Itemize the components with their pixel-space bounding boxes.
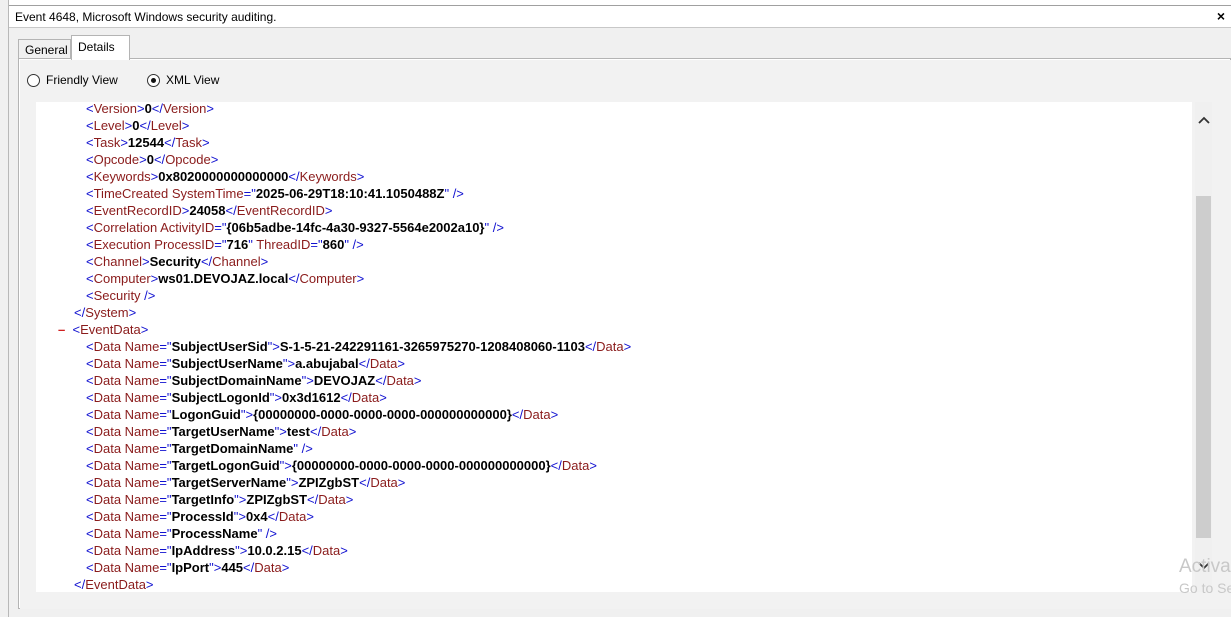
xml-data-line: <Data Name="TargetUserName">test</Data>	[86, 424, 357, 439]
title-bar: Event 4648, Microsoft Windows security a…	[9, 6, 1231, 28]
data-attr-name: TargetLogonGuid	[171, 458, 280, 473]
xml-view-option[interactable]: XML View	[147, 72, 219, 88]
window-title: Event 4648, Microsoft Windows security a…	[15, 10, 277, 24]
collapse-toggle[interactable]: –	[58, 322, 65, 337]
xml-line-keywords: <Keywords>0x8020000000000000</Keywords>	[86, 169, 365, 184]
event-properties-window: Event 4648, Microsoft Windows security a…	[9, 5, 1231, 617]
close-icon[interactable]: ×	[1217, 8, 1225, 24]
details-panel-inner: Friendly View XML View <Version>0</Versi…	[20, 60, 1231, 609]
xml-view-label: XML View	[166, 73, 220, 87]
xml-view-radio[interactable]	[147, 73, 160, 87]
friendly-view-radio[interactable]	[27, 73, 40, 87]
data-value: {00000000-0000-0000-0000-000000000000}	[253, 407, 512, 422]
xml-line-security: <Security />	[86, 288, 156, 303]
xml-line-timecreated: <TimeCreated SystemTime="2025-06-29T18:1…	[86, 186, 464, 201]
xml-line-eventdata-open: – <EventData>	[58, 322, 149, 337]
xml-line-correlation: <Correlation ActivityID="{06b5adbe-14fc-…	[86, 220, 504, 235]
xml-line-execution: <Execution ProcessID="716" ThreadID="860…	[86, 237, 364, 252]
xml-data-line: <Data Name="TargetInfo">ZPIZgbST</Data>	[86, 492, 354, 507]
xml-line-eventdata-close: </EventData>	[74, 577, 154, 592]
data-attr-name: TargetServerName	[171, 475, 287, 490]
xml-data-line: <Data Name="IpAddress">10.0.2.15</Data>	[86, 543, 348, 558]
xml-data-line: <Data Name="SubjectUserName">a.abujabal<…	[86, 356, 405, 371]
vertical-scrollbar[interactable]	[1195, 102, 1212, 592]
xml-line-computer: <Computer>ws01.DEVOJAZ.local</Computer>	[86, 271, 365, 286]
data-attr-name: ProcessId	[171, 509, 234, 524]
scroll-thumb[interactable]	[1196, 196, 1211, 538]
xml-data-line: <Data Name="TargetServerName">ZPIZgbST</…	[86, 475, 406, 490]
xml-line-level: <Level>0</Level>	[86, 118, 190, 133]
left-window-edge	[0, 0, 9, 617]
data-attr-name: TargetUserName	[171, 424, 275, 439]
data-attr-name: SubjectUserName	[171, 356, 283, 371]
friendly-view-label: Friendly View	[46, 73, 118, 87]
data-value: DEVOJAZ	[313, 373, 376, 388]
data-attr-name: TargetInfo	[171, 492, 235, 507]
chevron-up-icon[interactable]	[1195, 114, 1212, 130]
data-attr-name: SubjectDomainName	[171, 373, 302, 388]
data-attr-name: SubjectLogonId	[171, 390, 270, 405]
data-value: S-1-5-21-242291161-3265975270-1208408060…	[279, 339, 585, 354]
xml-line-version: <Version>0</Version>	[86, 102, 214, 116]
xml-data-line: <Data Name="LogonGuid">{00000000-0000-00…	[86, 407, 559, 422]
xml-content[interactable]: <Version>0</Version> <Level>0</Level> <T…	[36, 102, 1192, 592]
data-attr-name: ProcessName	[171, 526, 258, 541]
data-value: 0x3d1612	[282, 390, 341, 405]
data-attr-name: SubjectUserSid	[171, 339, 268, 354]
details-panel: Friendly View XML View <Version>0</Versi…	[18, 58, 1231, 609]
data-attr-name: IpPort	[171, 560, 210, 575]
data-value: {00000000-0000-0000-0000-000000000000}	[291, 458, 551, 473]
activation-watermark-subtitle: Go to Se	[1179, 580, 1231, 596]
xml-line-opcode: <Opcode>0</Opcode>	[86, 152, 219, 167]
xml-data-line: <Data Name="SubjectDomainName">DEVOJAZ</…	[86, 373, 422, 388]
xml-line-eventrecordid: <EventRecordID>24058</EventRecordID>	[86, 203, 333, 218]
activation-watermark-title: Activa	[1179, 556, 1231, 577]
data-attr-name: TargetDomainName	[171, 441, 294, 456]
xml-data-line: <Data Name="ProcessName" />	[86, 526, 277, 541]
xml-data-line: <Data Name="SubjectUserSid">S-1-5-21-242…	[86, 339, 632, 354]
xml-line-task: <Task>12544</Task>	[86, 135, 210, 150]
tab-details[interactable]: Details	[71, 35, 130, 60]
xml-data-line: <Data Name="TargetLogonGuid">{00000000-0…	[86, 458, 597, 473]
friendly-view-option[interactable]: Friendly View	[27, 72, 118, 88]
data-value: 445	[221, 560, 244, 575]
data-value: ZPIZgbST	[298, 475, 360, 490]
data-value: a.abujabal	[295, 356, 359, 371]
data-value: 0x4	[245, 509, 268, 524]
xml-data-line: <Data Name="TargetDomainName" />	[86, 441, 313, 456]
xml-line-system-close: </System>	[74, 305, 137, 320]
tab-general[interactable]: General	[18, 39, 71, 59]
data-attr-name: LogonGuid	[171, 407, 241, 422]
xml-data-line: <Data Name="ProcessId">0x4</Data>	[86, 509, 314, 524]
xml-line-channel: <Channel>Security</Channel>	[86, 254, 269, 269]
data-value: ZPIZgbST	[246, 492, 308, 507]
data-attr-name: IpAddress	[171, 543, 236, 558]
xml-data-line: <Data Name="IpPort">445</Data>	[86, 560, 290, 575]
data-value: test	[286, 424, 310, 439]
xml-data-line: <Data Name="SubjectLogonId">0x3d1612</Da…	[86, 390, 387, 405]
data-value: 10.0.2.15	[247, 543, 302, 558]
